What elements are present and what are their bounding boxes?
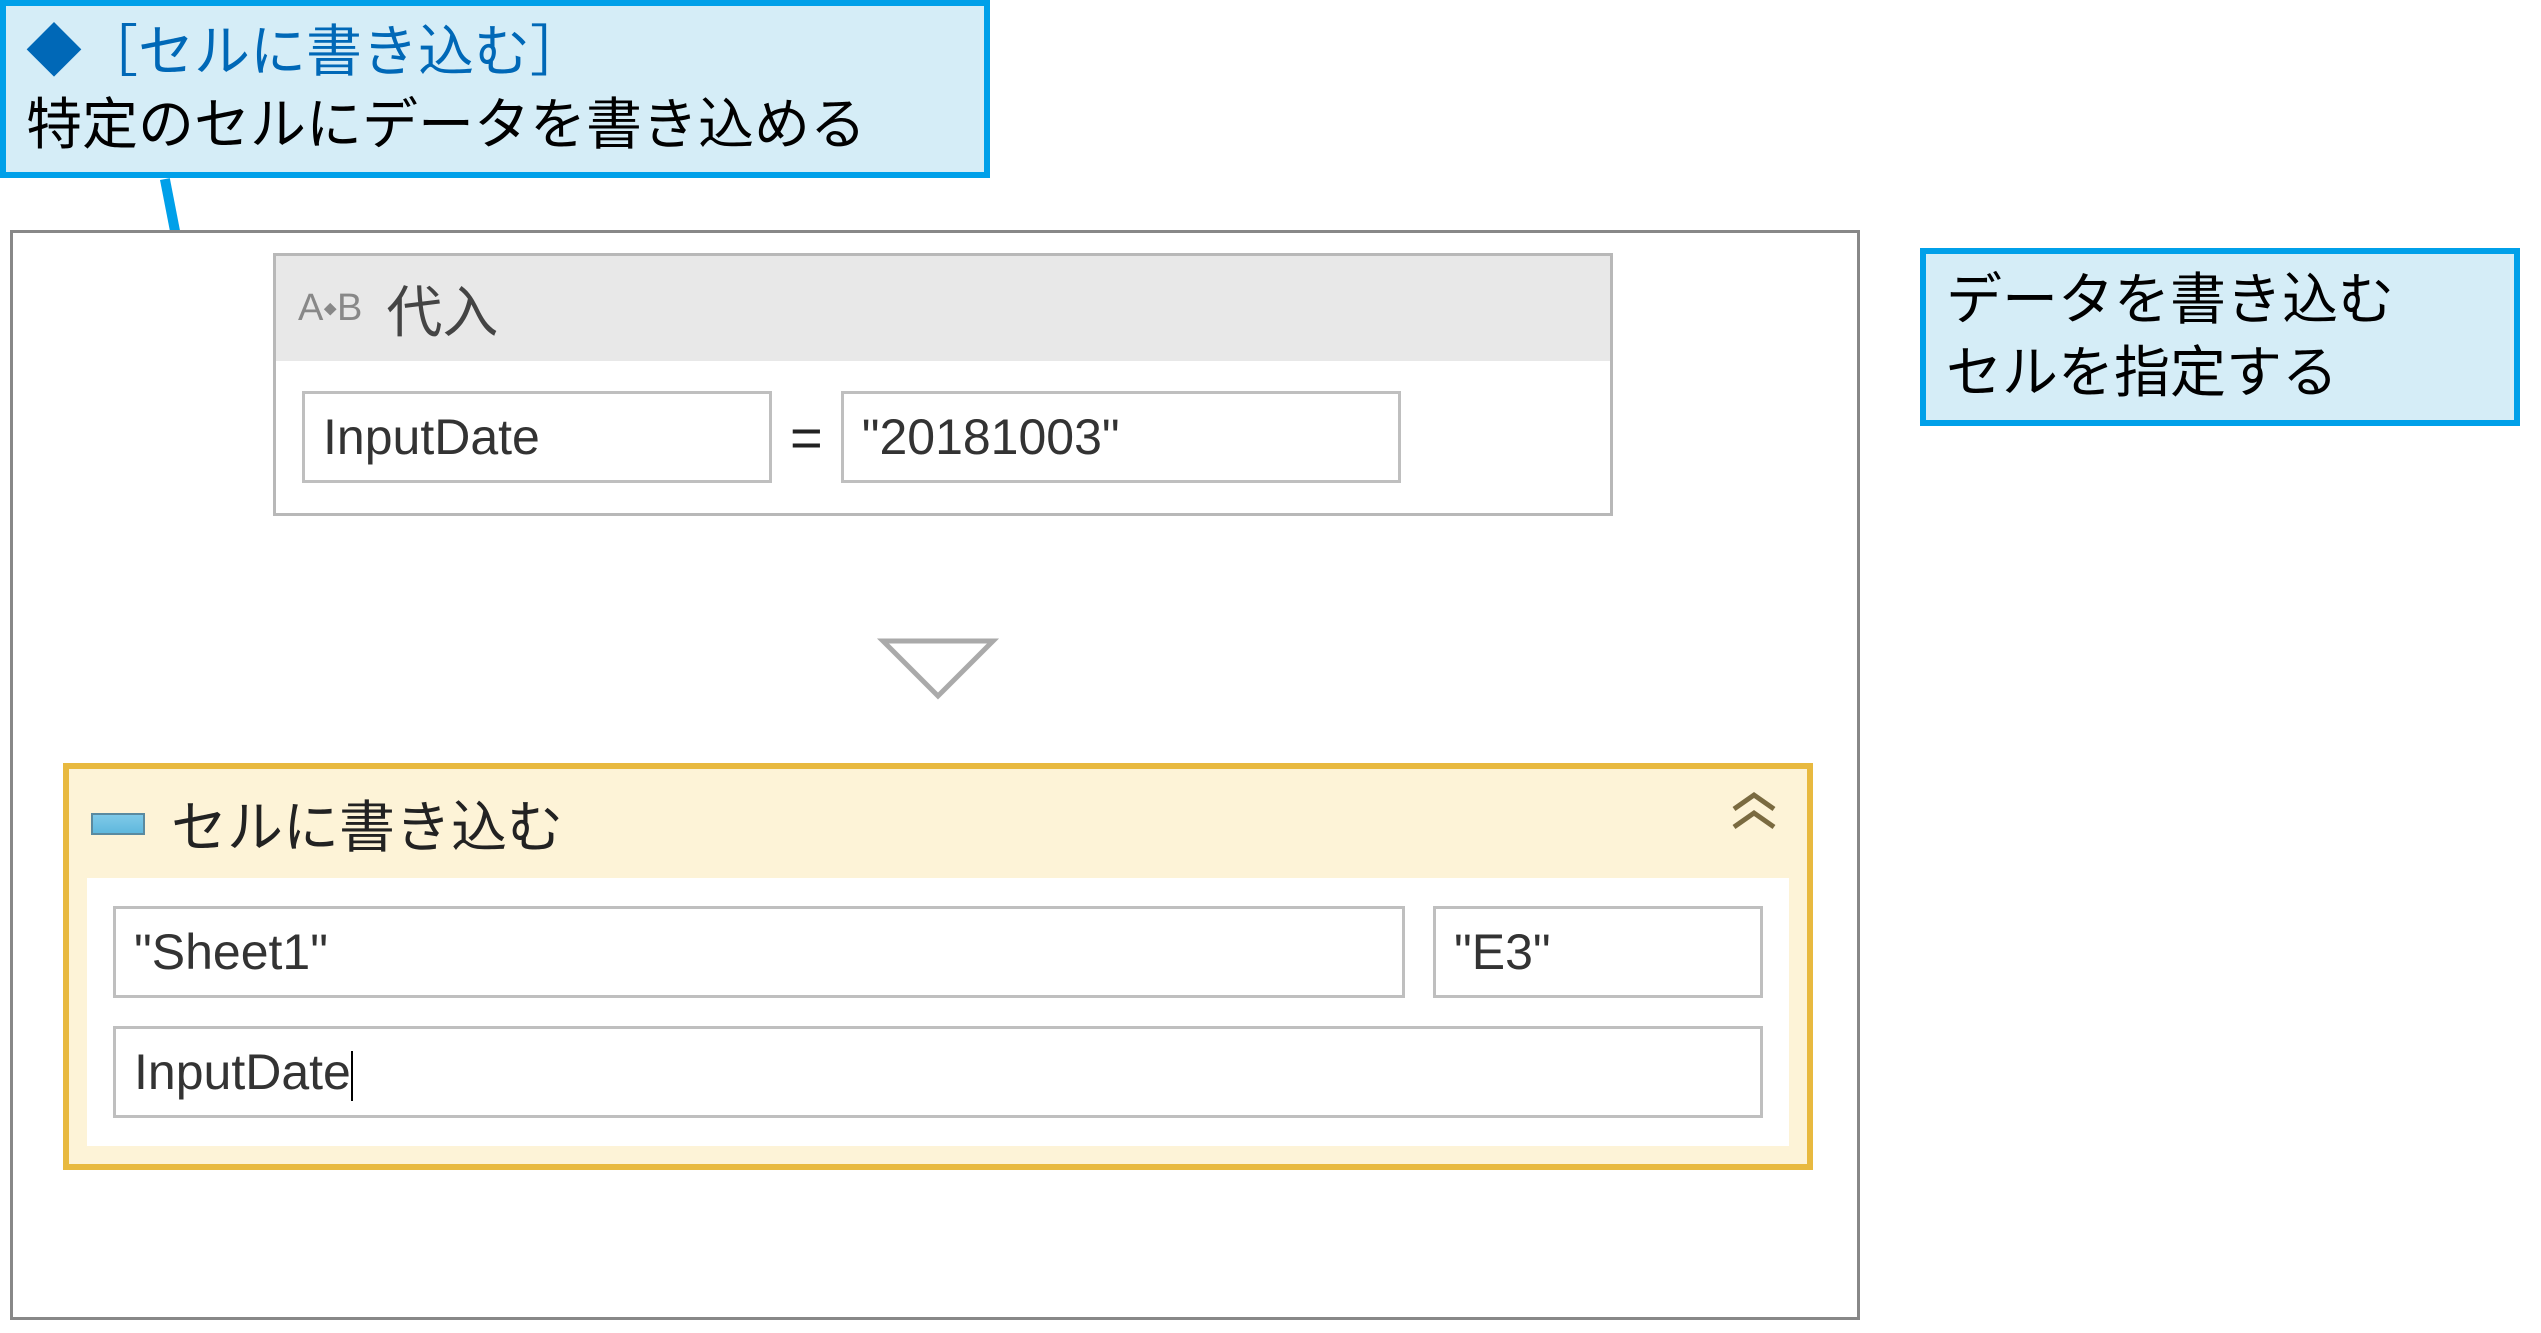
flow-arrow-icon [873,631,1003,706]
assign-value-input[interactable]: "20181003" [841,391,1401,483]
write-cell-icon [91,813,145,835]
assign-header: A⬩B 代入 [276,256,1610,361]
assign-body: InputDate = "20181003" [276,361,1610,513]
write-cell-body: "Sheet1" "E3" InputDate [87,878,1789,1146]
write-cell-activity[interactable]: セルに書き込む "Sheet1" "E3" InputDate [63,763,1813,1170]
assign-activity[interactable]: A⬩B 代入 InputDate = "20181003" [273,253,1613,516]
collapse-icon[interactable] [1729,791,1779,831]
assign-icon: A⬩B [298,287,362,330]
callout-top: ◆［セルに書き込む］ 特定のセルにデータを書き込める [0,0,990,178]
text-cursor [351,1051,353,1101]
cell-value-text: InputDate [134,1044,351,1100]
cell-value-input[interactable]: InputDate [113,1026,1763,1118]
write-cell-header: セルに書き込む [69,769,1807,878]
callout-top-desc: 特定のセルにデータを書き込める [26,89,964,162]
workflow-panel: A⬩B 代入 InputDate = "20181003" セルに書き込む [10,230,1860,1320]
equals-label: = [790,405,823,470]
assign-title: 代入 [386,268,498,349]
cell-ref-input[interactable]: "E3" [1433,906,1763,998]
callout-right-line1: データを書き込む [1946,264,2494,337]
write-cell-row1: "Sheet1" "E3" [113,906,1763,998]
diamond-icon: ◆ [26,20,82,83]
write-cell-title: セルに書き込む [171,783,563,864]
callout-title-row: ◆［セルに書き込む］ [26,16,964,89]
callout-bracket-label: ［セルに書き込む］ [82,20,586,83]
assign-variable-input[interactable]: InputDate [302,391,772,483]
callout-right-line2: セルを指定する [1946,337,2494,410]
callout-right: データを書き込む セルを指定する [1920,248,2520,426]
sheet-name-input[interactable]: "Sheet1" [113,906,1405,998]
